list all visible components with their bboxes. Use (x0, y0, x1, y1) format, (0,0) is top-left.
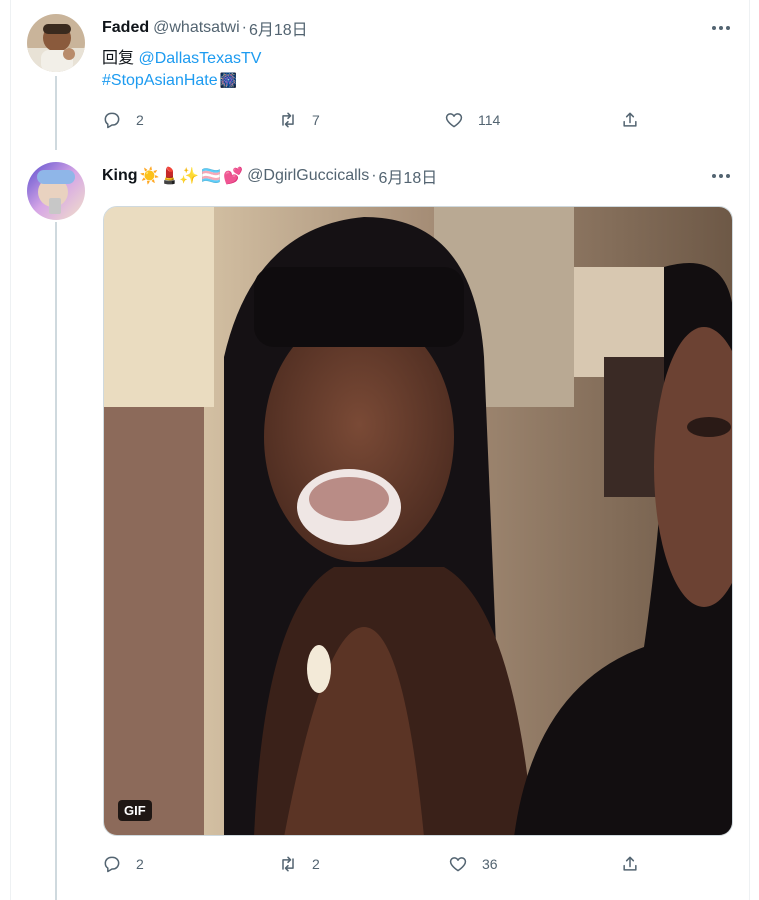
reply-icon (104, 856, 120, 873)
thread-line (55, 222, 57, 900)
like-button[interactable]: 114 (444, 110, 500, 130)
reply-to-link[interactable]: @DallasTexasTV (138, 50, 261, 67)
retweet-button[interactable]: 2 (278, 854, 320, 874)
like-count: 114 (478, 112, 501, 128)
flag-emoji: 🏳️‍⚧️ (201, 168, 222, 185)
separator: · (241, 19, 247, 36)
share-icon (623, 856, 637, 871)
reply-icon (104, 112, 120, 129)
like-count: 36 (482, 856, 498, 872)
reply-count: 2 (136, 112, 144, 128)
share-button[interactable] (620, 854, 640, 874)
like-button[interactable]: 36 (448, 854, 498, 874)
reply-button[interactable]: 2 (102, 110, 144, 130)
reply-context: 回复 @DallasTexasTV (102, 44, 261, 68)
share-icon (623, 112, 637, 127)
avatar[interactable] (27, 162, 85, 220)
retweet-icon (282, 112, 294, 128)
reply-count: 2 (136, 856, 144, 872)
more-icon[interactable] (709, 18, 733, 38)
gif-frame (104, 207, 732, 835)
retweet-button[interactable]: 7 (278, 110, 320, 130)
handle[interactable]: @whatsatwi (153, 19, 240, 37)
avatar[interactable] (27, 14, 85, 72)
thread-line (55, 76, 57, 150)
tweet-actions: 2 2 36 (102, 850, 642, 878)
display-name[interactable]: Faded (102, 19, 149, 37)
share-button[interactable] (620, 110, 640, 130)
like-icon (445, 113, 463, 128)
retweet-count: 7 (312, 112, 320, 128)
handle[interactable]: @DgirlGuccicalls (247, 167, 369, 185)
separator: · (371, 167, 377, 184)
reply-prefix: 回复 (102, 50, 135, 67)
heart-emoji: 💕 (223, 168, 244, 185)
hashtag-link[interactable]: #StopAsianHate (102, 72, 218, 89)
tweet[interactable]: Faded @whatsatwi · 6月18日 回复 @DallasTexas… (11, 0, 751, 150)
reply-button[interactable]: 2 (102, 854, 144, 874)
timeline: Faded @whatsatwi · 6月18日 回复 @DallasTexas… (10, 0, 750, 900)
tweet[interactable]: King ☀️💄✨ 🏳️‍⚧️ 💕 @DgirlGuccicalls · 6月1… (11, 150, 751, 900)
more-icon[interactable] (709, 166, 733, 186)
tweet-actions: 2 7 114 (102, 106, 642, 134)
tweet-header: King ☀️💄✨ 🏳️‍⚧️ 💕 @DgirlGuccicalls · 6月1… (102, 164, 437, 188)
tweet-text: #StopAsianHate 🎆 (102, 72, 237, 90)
display-name[interactable]: King (102, 167, 138, 185)
retweet-icon (282, 856, 294, 872)
name-emojis: ☀️💄✨ (139, 168, 200, 185)
timestamp[interactable]: 6月18日 (379, 164, 438, 188)
hashtag-emoji: 🎆 (219, 72, 238, 88)
like-icon (449, 857, 467, 872)
timestamp[interactable]: 6月18日 (249, 16, 308, 40)
tweet-header: Faded @whatsatwi · 6月18日 (102, 16, 308, 40)
retweet-count: 2 (312, 856, 320, 872)
gif-badge: GIF (118, 800, 152, 821)
gif-media[interactable]: GIF (103, 206, 733, 836)
